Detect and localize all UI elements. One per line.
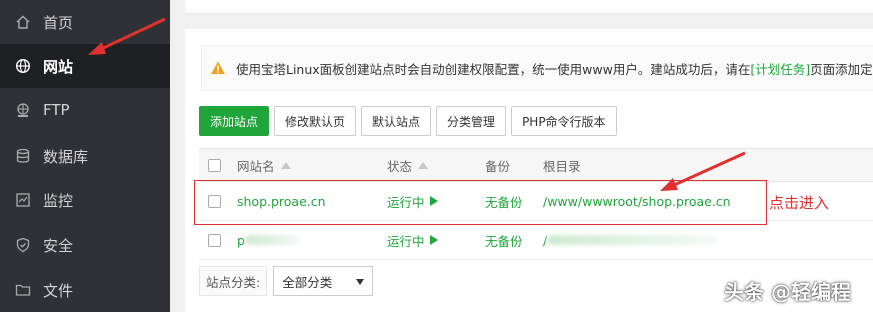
sidebar-item-label: 安全 <box>43 236 74 255</box>
sidebar-item-home[interactable]: 首页 <box>0 0 170 44</box>
redaction-blur <box>547 235 718 245</box>
sidebar-item-label: 首页 <box>43 13 74 32</box>
caret-down-icon <box>356 279 365 285</box>
column-header-root: 根目录 <box>543 158 581 174</box>
annotation-note: 点击进入 <box>769 194 830 212</box>
globe-icon <box>15 58 31 74</box>
sidebar-item-label: 文件 <box>43 281 74 300</box>
monitor-icon <box>15 192 31 208</box>
php-cli-version-button[interactable]: PHP命令行版本 <box>511 106 617 136</box>
row-checkbox[interactable] <box>208 233 221 247</box>
sidebar-item-database[interactable]: 数据库 <box>0 134 170 178</box>
backup-link[interactable]: 无备份 <box>485 221 523 259</box>
toolbar: 添加站点 修改默认页 默认站点 分类管理 PHP命令行版本 <box>199 106 617 136</box>
home-icon <box>15 14 31 30</box>
column-header-status[interactable]: 状态 <box>387 149 429 181</box>
cron-task-link[interactable]: [计划任务] <box>750 59 810 78</box>
site-category-filter: 站点分类: 全部分类 <box>199 266 374 296</box>
shield-icon <box>15 237 31 253</box>
warning-icon <box>211 61 225 74</box>
category-manage-button[interactable]: 分类管理 <box>436 106 507 136</box>
add-site-button[interactable]: 添加站点 <box>199 106 270 136</box>
redaction-blur <box>244 235 301 245</box>
root-dir-link[interactable]: / <box>543 221 718 259</box>
table-row: p 运行中 无备份 / <box>199 221 873 260</box>
sidebar-item-website[interactable]: 网站 <box>0 44 170 88</box>
sort-icon <box>280 161 291 169</box>
notice-bar: 使用宝塔Linux面板创建站点时会自动创建权限配置，统一使用www用户。建站成功… <box>201 45 873 91</box>
highlight-box <box>194 180 767 225</box>
modify-default-page-button[interactable]: 修改默认页 <box>274 106 357 136</box>
notice-text-after: 页面添加定时备份 <box>810 61 873 77</box>
folder-icon <box>15 282 31 298</box>
sidebar-item-security[interactable]: 安全 <box>0 223 170 267</box>
sidebar-item-label: 数据库 <box>43 147 89 166</box>
main-panel: 使用宝塔Linux面板创建站点时会自动创建权限配置，统一使用www用户。建站成功… <box>185 29 873 312</box>
sidebar: 首页 网站 FTP 数据库 监控 安全 文件 <box>0 0 170 312</box>
site-name-link[interactable]: p <box>237 221 301 259</box>
sidebar-item-label: 监控 <box>43 191 74 210</box>
category-select[interactable]: 全部分类 <box>273 266 374 296</box>
default-site-button[interactable]: 默认站点 <box>361 106 432 136</box>
filter-label: 站点分类: <box>199 266 268 296</box>
notice-text: 使用宝塔Linux面板创建站点时会自动创建权限配置，统一使用www用户。建站成功… <box>236 61 751 77</box>
database-icon <box>15 148 31 164</box>
sidebar-item-label: 网站 <box>43 57 74 76</box>
column-header-backup: 备份 <box>485 158 511 174</box>
table-header: 网站名 状态 备份 根目录 <box>199 148 873 182</box>
sort-icon <box>418 161 429 169</box>
column-header-name[interactable]: 网站名 <box>237 149 291 181</box>
sidebar-item-label: FTP <box>43 101 70 119</box>
sidebar-item-files[interactable]: 文件 <box>0 268 170 312</box>
top-panel <box>185 0 873 14</box>
ftp-icon <box>15 102 31 118</box>
sidebar-item-monitor[interactable]: 监控 <box>0 178 170 222</box>
play-icon <box>429 235 438 245</box>
status-toggle[interactable]: 运行中 <box>387 221 438 259</box>
watermark: 头条 @轻编程 <box>724 280 851 304</box>
select-all-checkbox[interactable] <box>208 158 221 172</box>
sidebar-item-ftp[interactable]: FTP <box>0 88 170 132</box>
